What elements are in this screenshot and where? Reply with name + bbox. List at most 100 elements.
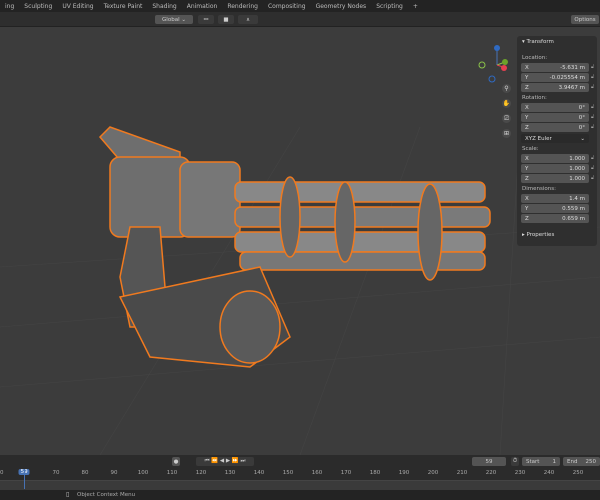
dimensions-y-field[interactable]: Y 0.559 m — [521, 204, 589, 213]
status-bar: ▯ Object Context Menu — [0, 490, 600, 500]
axis-label: Z — [525, 175, 529, 182]
lock-icon[interactable]: 🔓︎ — [591, 114, 594, 120]
field-value: 1.000 — [569, 165, 585, 172]
workspace-tabs: ing Sculpting UV Editing Texture Paint Shadi… — [0, 0, 600, 12]
workspace-tab[interactable]: Rendering — [222, 3, 263, 10]
workspace-tab[interactable]: ing — [0, 3, 19, 10]
field-value: 0° — [578, 104, 585, 111]
perspective-grid-icon[interactable]: ⊞ — [502, 129, 511, 138]
frame-tick: 180 — [369, 470, 381, 476]
lock-icon[interactable]: 🔓︎ — [591, 104, 594, 110]
status-hint: Object Context Menu — [77, 492, 136, 498]
sidebar-transform-panel: ▾ Transform Location: Rotation: XYZ Eule… — [517, 36, 597, 246]
axis-label: Y — [525, 74, 529, 81]
frame-tick: 150 — [282, 470, 294, 476]
start-label: Start — [526, 458, 540, 465]
frame-tick: 230 — [514, 470, 526, 476]
lock-icon[interactable]: 🔓︎ — [591, 74, 594, 80]
rotation-label: Rotation: — [522, 95, 547, 101]
properties-title: Properties — [526, 232, 555, 238]
scale-x-field[interactable]: X 1.000 — [521, 154, 589, 163]
frame-tick: 120 — [195, 470, 207, 476]
frame-tick: 60 — [0, 470, 4, 476]
frame-tick: 220 — [485, 470, 497, 476]
frame-tick: 240 — [543, 470, 555, 476]
rotation-mode-value: XYZ Euler — [525, 135, 552, 142]
workspace-tab[interactable]: Sculpting — [19, 3, 57, 10]
transform-header[interactable]: ▾ Transform — [522, 39, 554, 45]
axis-label: X — [525, 64, 529, 71]
workspace-tab[interactable]: + — [408, 3, 423, 10]
keyframe-record-icon[interactable]: ● — [172, 457, 180, 466]
frame-tick: 100 — [137, 470, 149, 476]
workspace-tab[interactable]: UV Editing — [57, 3, 98, 10]
lock-icon[interactable]: 🔓︎ — [591, 175, 594, 181]
axis-label: Y — [525, 114, 529, 121]
location-z-field[interactable]: Z 3.9467 m — [521, 83, 589, 92]
field-value: -5.631 m — [560, 64, 585, 71]
workspace-tab[interactable]: Shading — [147, 3, 181, 10]
workspace-tab[interactable]: Scripting — [371, 3, 408, 10]
pivot-icon[interactable]: ⚯ — [198, 15, 214, 24]
options-button[interactable]: Options — [571, 15, 599, 24]
lock-icon[interactable]: 🔓︎ — [591, 155, 594, 161]
stopwatch-icon[interactable]: ⏱ — [511, 457, 519, 466]
field-value: 0.659 m — [562, 215, 585, 222]
location-x-field[interactable]: X -5.631 m — [521, 63, 589, 72]
rotation-x-field[interactable]: X 0° — [521, 103, 589, 112]
end-frame-field[interactable]: End 250 — [563, 457, 600, 466]
orientation-label: Global — [162, 16, 180, 23]
playhead[interactable] — [24, 469, 25, 489]
frame-tick: 140 — [253, 470, 265, 476]
axis-label: X — [525, 104, 529, 111]
zoom-icon[interactable]: ⚲ — [502, 84, 511, 93]
workspace-tab[interactable]: Texture Paint — [99, 3, 148, 10]
lock-icon[interactable]: 🔓︎ — [591, 124, 594, 130]
scale-y-field[interactable]: Y 1.000 — [521, 164, 589, 173]
end-value: 250 — [585, 458, 597, 465]
properties-header[interactable]: ▸ Properties — [522, 232, 554, 238]
3d-viewport[interactable]: ⚲ ✋ ⎚ ⊞ — [0, 27, 600, 455]
axis-label: X — [525, 155, 529, 162]
start-value: 1 — [552, 458, 557, 465]
axis-label: Z — [525, 215, 529, 222]
rotation-mode-dropdown[interactable]: XYZ Euler ⌄ — [521, 134, 589, 143]
rotation-y-field[interactable]: Y 0° — [521, 113, 589, 122]
frame-tick: 90 — [110, 470, 118, 476]
scale-z-field[interactable]: Z 1.000 — [521, 174, 589, 183]
start-frame-field[interactable]: Start 1 — [522, 457, 560, 466]
frame-tick: 80 — [81, 470, 89, 476]
workspace-tab[interactable]: Animation — [182, 3, 223, 10]
workspace-tab[interactable]: Compositing — [263, 3, 311, 10]
lock-icon[interactable]: 🔓︎ — [591, 64, 594, 70]
transform-orientation-dropdown[interactable]: Global ⌄ — [155, 15, 193, 24]
dimensions-z-field[interactable]: Z 0.659 m — [521, 214, 589, 223]
playback-controls[interactable]: ⏮ ⏪ ◀ ▶ ⏩ ⏭ — [196, 457, 254, 466]
field-value: 3.9467 m — [558, 84, 585, 91]
field-value: 1.000 — [569, 175, 585, 182]
location-label: Location: — [522, 55, 548, 61]
dimensions-x-field[interactable]: X 1.4 m — [521, 194, 589, 203]
current-frame-field[interactable]: 59 — [472, 457, 506, 466]
end-label: End — [567, 458, 578, 465]
field-value: 0° — [578, 124, 585, 131]
camera-icon[interactable]: ⎚ — [502, 114, 511, 123]
dimensions-label: Dimensions: — [522, 186, 556, 192]
timeline-track[interactable] — [0, 469, 600, 490]
timeline-ruler[interactable]: 6059708090100110120130140150160170180190… — [0, 468, 600, 480]
rotation-z-field[interactable]: Z 0° — [521, 123, 589, 132]
field-value: 1.000 — [569, 155, 585, 162]
frame-tick: 70 — [52, 470, 60, 476]
proportional-edit-icon[interactable]: ∧ — [238, 15, 258, 24]
axis-label: Y — [525, 165, 529, 172]
axis-label: Z — [525, 84, 529, 91]
axis-label: Z — [525, 124, 529, 131]
lock-icon[interactable]: 🔓︎ — [591, 165, 594, 171]
minigun-model — [98, 126, 491, 368]
location-y-field[interactable]: Y -0.025554 m — [521, 73, 589, 82]
frame-tick: 130 — [224, 470, 236, 476]
lock-icon[interactable]: 🔓︎ — [591, 84, 594, 90]
snap-icon[interactable]: ■ — [218, 15, 234, 24]
pan-hand-icon[interactable]: ✋ — [502, 99, 511, 108]
workspace-tab[interactable]: Geometry Nodes — [311, 3, 372, 10]
